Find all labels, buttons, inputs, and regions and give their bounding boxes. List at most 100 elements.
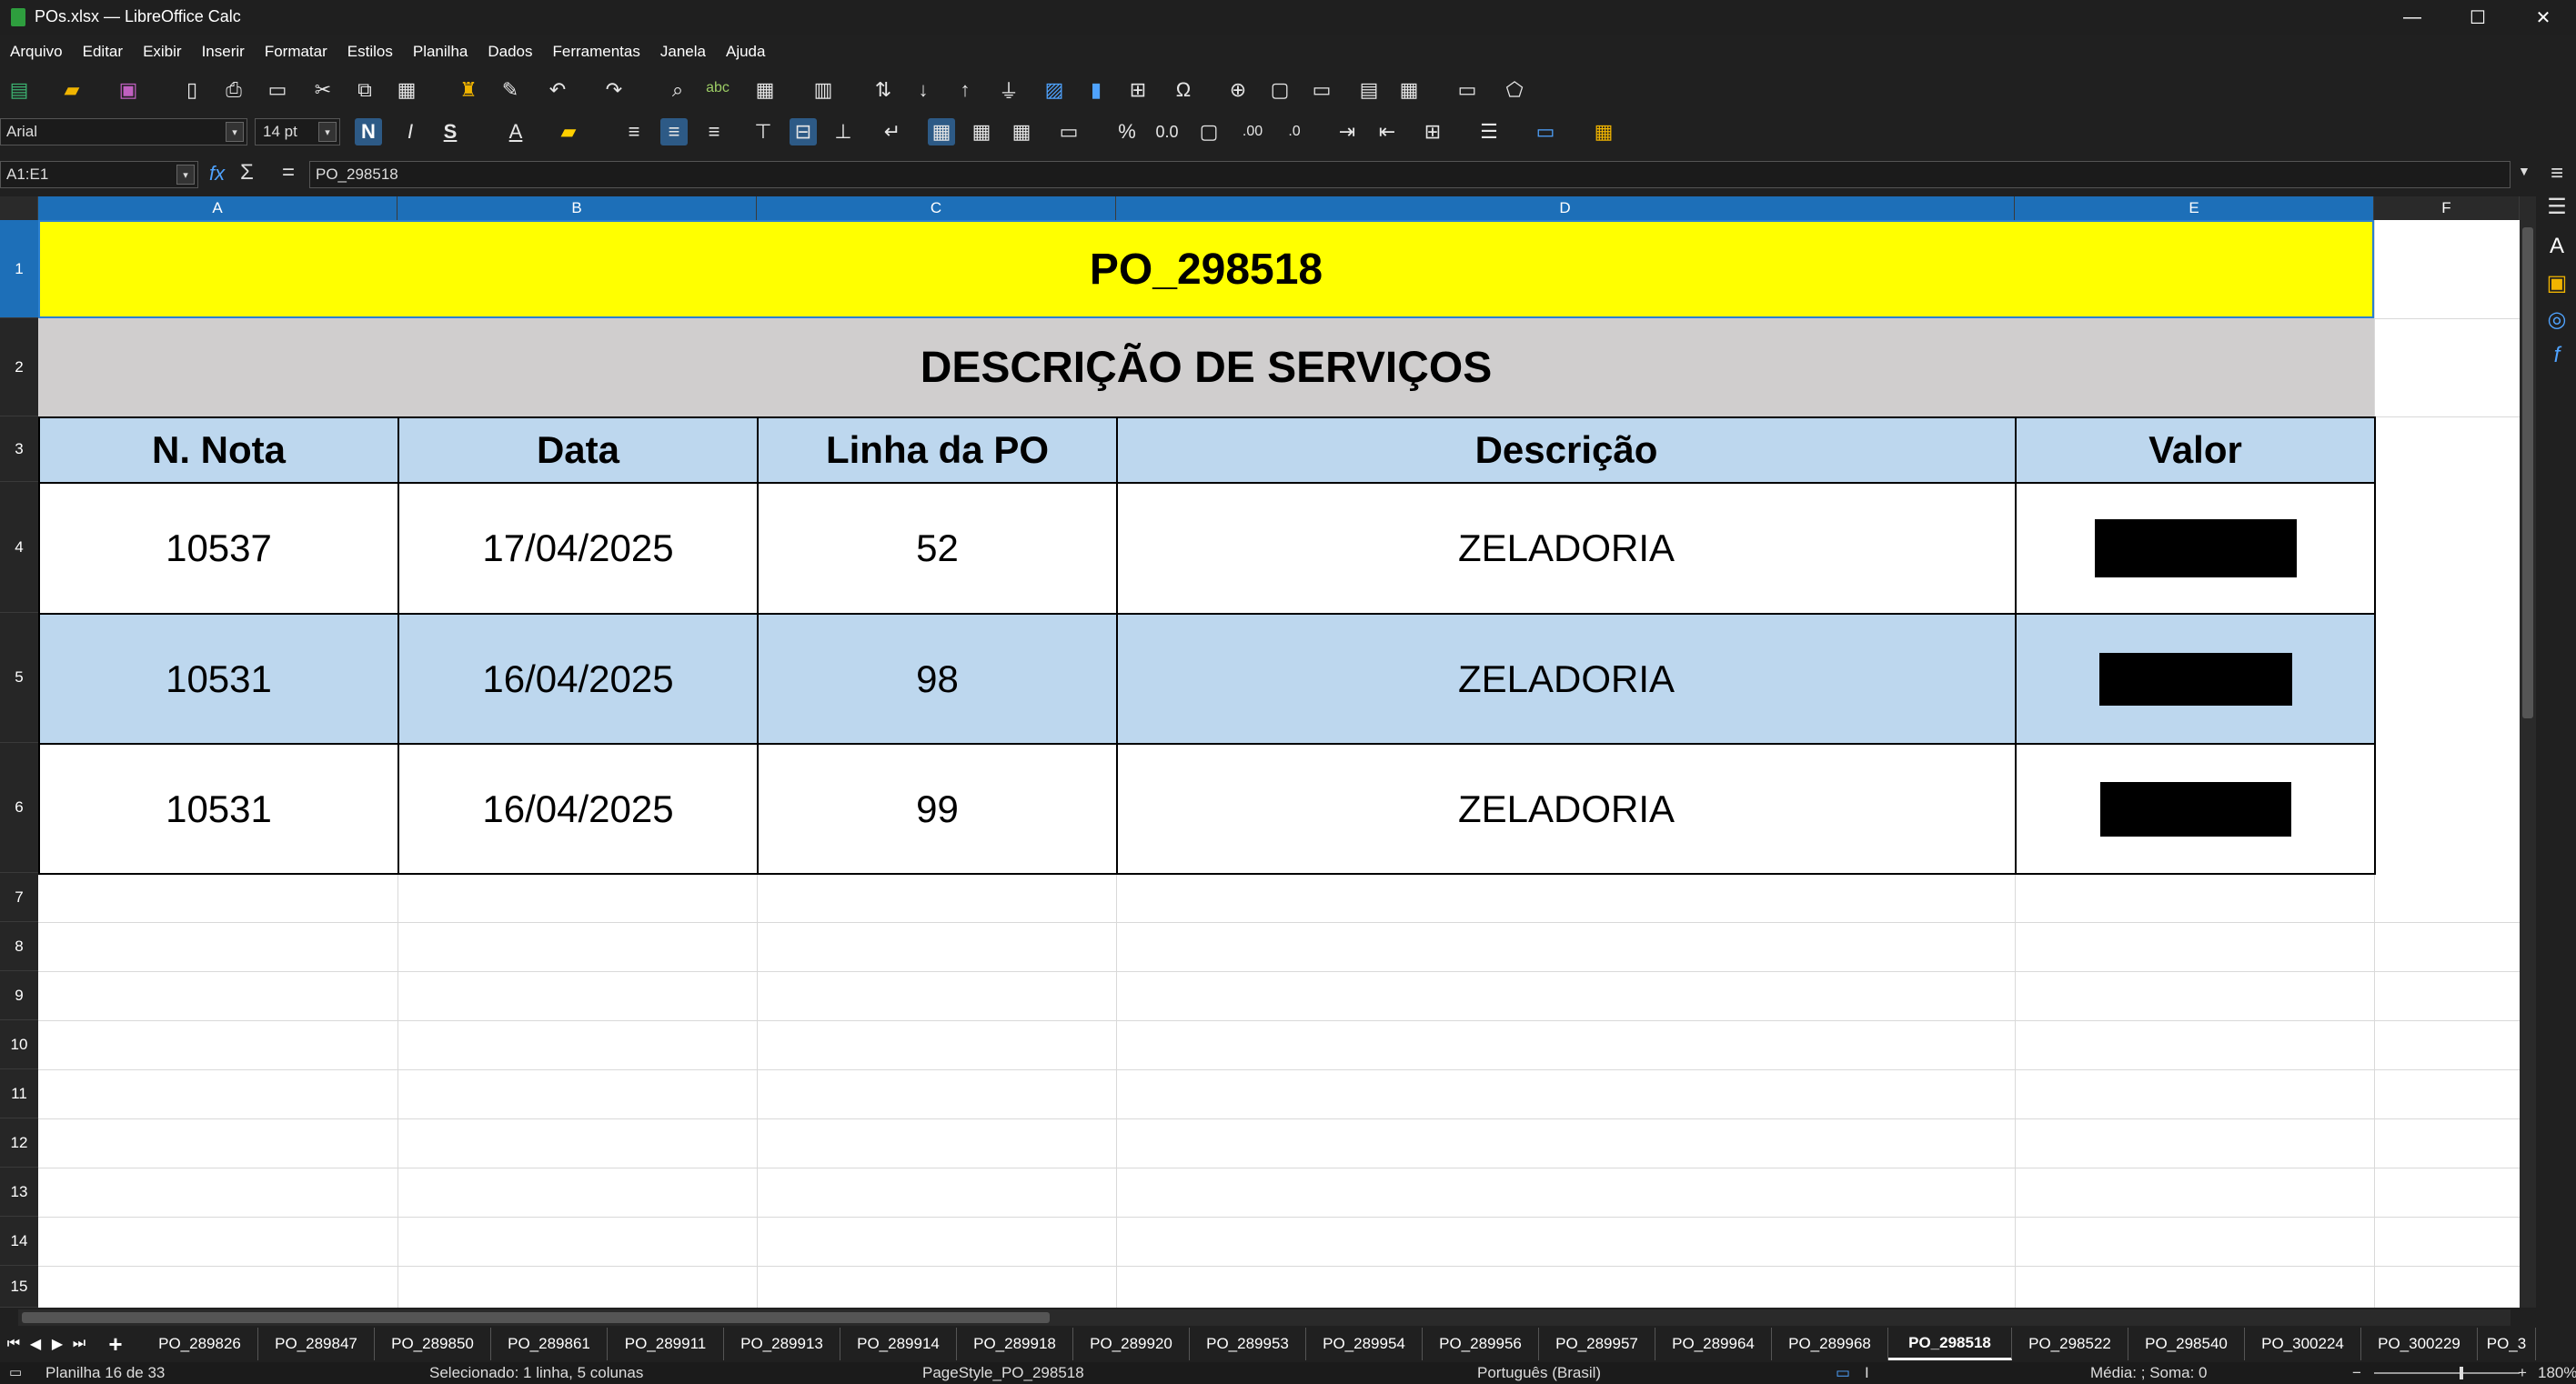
- align-middle-icon[interactable]: ⊟: [790, 118, 817, 145]
- language-status[interactable]: Português (Brasil): [1477, 1364, 1601, 1382]
- close-button[interactable]: ✕: [2511, 0, 2576, 35]
- highlight-color-icon[interactable]: ▰: [555, 118, 582, 145]
- increase-indent-icon[interactable]: ⇥: [1333, 118, 1361, 145]
- zoom-slider[interactable]: [2374, 1372, 2520, 1374]
- clone-formatting-icon[interactable]: ♜: [455, 76, 482, 104]
- page-style[interactable]: PageStyle_PO_298518: [922, 1364, 1084, 1382]
- gallery-icon[interactable]: ▣: [2543, 269, 2571, 296]
- cell-descricao[interactable]: ZELADORIA: [1116, 482, 2017, 615]
- redo-icon[interactable]: ↷: [600, 76, 628, 104]
- zoom-in-icon[interactable]: +: [2518, 1364, 2527, 1382]
- sum-average-status[interactable]: Média: ; Soma: 0: [2090, 1364, 2208, 1382]
- conditional-format-icon[interactable]: ▦: [1590, 118, 1617, 145]
- column-header-b[interactable]: B: [397, 196, 757, 220]
- sheet-tab-po-289847[interactable]: PO_289847: [258, 1328, 375, 1360]
- cell-data[interactable]: 16/04/2025: [397, 743, 759, 875]
- align-top-icon[interactable]: ⊤: [750, 118, 777, 145]
- sheet-tab-po-289968[interactable]: PO_289968: [1772, 1328, 1888, 1360]
- header-nota[interactable]: N. Nota: [38, 416, 399, 484]
- sheet-tab-po-289918[interactable]: PO_289918: [957, 1328, 1073, 1360]
- row-header-9[interactable]: 9: [0, 971, 38, 1020]
- sheet-tab-po-300224[interactable]: PO_300224: [2245, 1328, 2361, 1360]
- row-header-8[interactable]: 8: [0, 922, 38, 971]
- pivot-table-icon[interactable]: ⊞: [1124, 76, 1152, 104]
- sheet-tab-po-289850[interactable]: PO_289850: [375, 1328, 491, 1360]
- cell-data[interactable]: 17/04/2025: [397, 482, 759, 615]
- font-color-icon[interactable]: A: [502, 118, 529, 145]
- row-header-14[interactable]: 14: [0, 1217, 38, 1266]
- sheet-tab-po-289913[interactable]: PO_289913: [724, 1328, 840, 1360]
- chevron-down-icon[interactable]: ▾: [226, 122, 244, 142]
- border-style-icon[interactable]: ☰: [1475, 118, 1503, 145]
- font-name-combo[interactable]: Arial ▾: [0, 118, 247, 145]
- undo-icon[interactable]: ↶: [544, 76, 571, 104]
- find-replace-icon[interactable]: ⌕: [664, 76, 691, 104]
- underline-button[interactable]: S: [437, 118, 464, 145]
- show-draw-functions-icon[interactable]: ⬠: [1501, 76, 1528, 104]
- name-box[interactable]: A1:E1 ▾: [0, 161, 198, 188]
- row-header-7[interactable]: 7: [0, 873, 38, 922]
- services-title-cell[interactable]: DESCRIÇÃO DE SERVIÇOS: [38, 318, 2374, 416]
- row-header-6[interactable]: 6: [0, 743, 38, 873]
- print-icon[interactable]: ⎙: [220, 76, 247, 104]
- last-sheet-icon[interactable]: ⏭: [69, 1328, 89, 1360]
- comment-icon[interactable]: ▢: [1266, 76, 1293, 104]
- sheet-tab-po-289861[interactable]: PO_289861: [491, 1328, 608, 1360]
- sort-ascending-icon[interactable]: ↓: [910, 76, 937, 104]
- row-header-12[interactable]: 12: [0, 1118, 38, 1168]
- column-header-a[interactable]: A: [38, 196, 397, 220]
- delete-decimal-icon[interactable]: .0: [1281, 118, 1308, 145]
- sidebar-menu-icon[interactable]: ≡: [2543, 160, 2571, 187]
- sheet-tab-po-289920[interactable]: PO_289920: [1073, 1328, 1190, 1360]
- export-pdf-icon[interactable]: ▯: [178, 76, 206, 104]
- new-document-icon[interactable]: ▤: [5, 76, 33, 104]
- expand-formula-icon[interactable]: ▼: [2518, 164, 2531, 178]
- cell-nota[interactable]: 10537: [38, 482, 399, 615]
- menu-arquivo[interactable]: Arquivo: [0, 43, 73, 61]
- cell-linha[interactable]: 98: [757, 613, 1118, 745]
- decrease-indent-icon[interactable]: ⇤: [1374, 118, 1401, 145]
- cell-valor[interactable]: [2015, 613, 2376, 745]
- align-right-icon[interactable]: ≡: [700, 118, 728, 145]
- cell-linha[interactable]: 52: [757, 482, 1118, 615]
- sheet-tab-po-300229[interactable]: PO_300229: [2361, 1328, 2478, 1360]
- menu-ajuda[interactable]: Ajuda: [716, 43, 775, 61]
- insert-chart-icon[interactable]: ▮: [1082, 76, 1110, 104]
- maximize-button[interactable]: ☐: [2445, 0, 2511, 35]
- zoom-out-icon[interactable]: −: [2352, 1364, 2361, 1382]
- sheet-tab-po-298518[interactable]: PO_298518: [1888, 1328, 2012, 1360]
- selection-mode-icon[interactable]: ▭: [1836, 1364, 1850, 1382]
- split-window-icon[interactable]: ▭: [1454, 76, 1481, 104]
- formula-equals-icon[interactable]: =: [282, 160, 295, 186]
- copy-icon[interactable]: ⧉: [351, 76, 378, 104]
- chevron-down-icon[interactable]: ▾: [176, 165, 195, 185]
- border-color-icon[interactable]: ▭: [1532, 118, 1559, 145]
- align-bottom-icon[interactable]: ⊥: [830, 118, 857, 145]
- column-header-e[interactable]: E: [2015, 196, 2374, 220]
- currency-icon[interactable]: ▭: [1055, 118, 1082, 145]
- po-title-cell[interactable]: PO_298518: [38, 220, 2374, 318]
- previous-sheet-icon[interactable]: ◀: [25, 1328, 45, 1360]
- wrap-text-icon[interactable]: ↵: [879, 118, 906, 145]
- sheet-tab-po-3[interactable]: PO_3: [2478, 1328, 2536, 1360]
- menu-estilos[interactable]: Estilos: [337, 43, 403, 61]
- font-size-combo[interactable]: 14 pt ▾: [255, 118, 340, 145]
- add-decimal-icon[interactable]: .00: [1239, 118, 1266, 145]
- sheet-tab-po-289964[interactable]: PO_289964: [1655, 1328, 1772, 1360]
- row-header-2[interactable]: 2: [0, 318, 38, 416]
- chevron-down-icon[interactable]: ▾: [318, 122, 337, 142]
- sheet-tab-po-289953[interactable]: PO_289953: [1190, 1328, 1306, 1360]
- open-folder-icon[interactable]: ▰: [58, 76, 86, 104]
- column-icon[interactable]: ▥: [810, 76, 837, 104]
- print-preview-icon[interactable]: ▭: [264, 76, 291, 104]
- sheet-tab-po-289956[interactable]: PO_289956: [1423, 1328, 1539, 1360]
- sheet-position[interactable]: Planilha 16 de 33: [45, 1364, 165, 1382]
- borders-icon[interactable]: ⊞: [1419, 118, 1446, 145]
- header-descricao[interactable]: Descrição: [1116, 416, 2017, 484]
- first-sheet-icon[interactable]: ⏮: [4, 1328, 24, 1360]
- unmerge-cells-icon[interactable]: ▦: [1008, 118, 1035, 145]
- save-icon[interactable]: ▣: [115, 76, 142, 104]
- function-wizard-icon[interactable]: fx: [209, 162, 225, 186]
- properties-icon[interactable]: ☰: [2543, 193, 2571, 220]
- column-header-d[interactable]: D: [1116, 196, 2015, 220]
